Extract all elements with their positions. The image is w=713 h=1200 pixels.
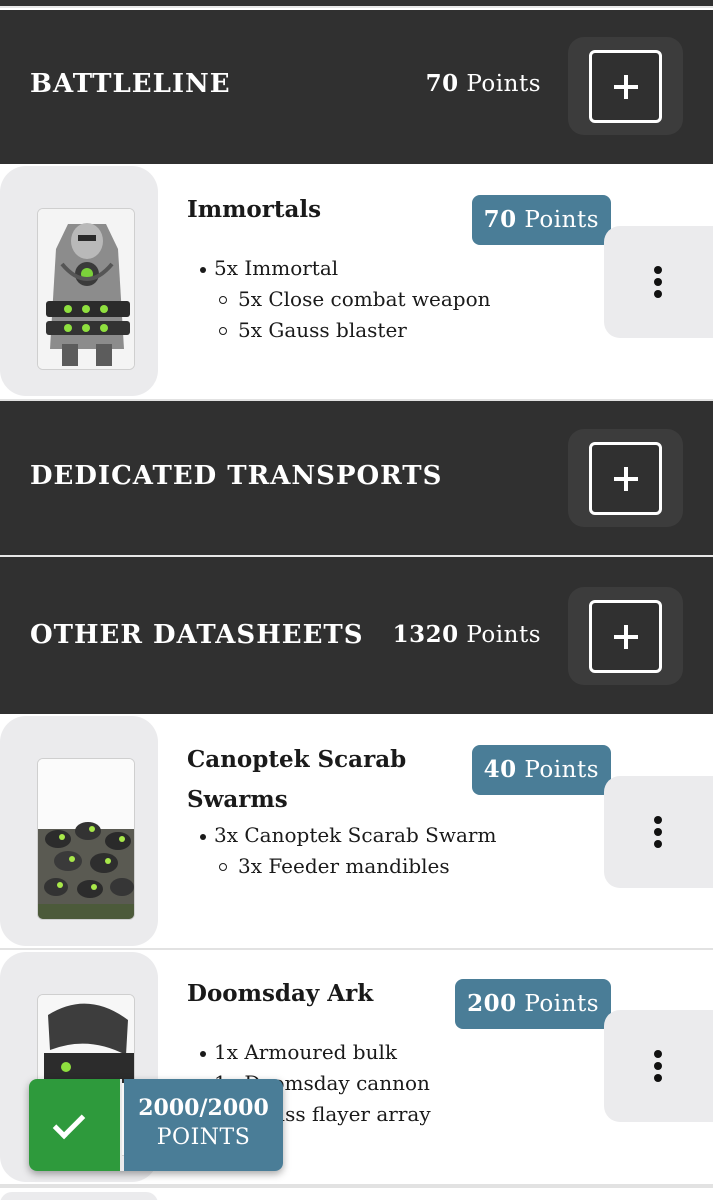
unit-name: Doomsday Ark (187, 980, 374, 1007)
wargear-item: 3x Canoptek Scarab Swarm (198, 820, 496, 851)
unit-points-unit: Points (524, 757, 599, 783)
section-title: DEDICATED TRANSPORTS (30, 461, 443, 491)
section-header-dedicated-transports: DEDICATED TRANSPORTS (0, 401, 713, 555)
wargear-item: 5x Immortal (198, 253, 491, 284)
section-points-unit: Points (466, 71, 541, 97)
unit-points-badge: 200 Points (455, 979, 611, 1029)
unit-name: Immortals (187, 196, 322, 223)
wargear-subitem: 5x Close combat weapon (198, 284, 491, 315)
wargear-list: 3x Canoptek Scarab Swarm 3x Feeder mandi… (198, 820, 496, 882)
add-unit-button[interactable] (568, 429, 683, 527)
total-points-label: POINTS (156, 1125, 251, 1150)
unit-name: Canoptek Scarab Swarms (187, 746, 407, 813)
unit-menu-button[interactable] (604, 226, 713, 338)
plus-icon (589, 600, 662, 673)
section-points: 70 Points (426, 70, 541, 97)
total-points-info: 2000/2000 POINTS (124, 1079, 283, 1171)
section-header-battleline: BATTLELINE 70 Points (0, 10, 713, 164)
plus-icon (589, 442, 662, 515)
section-header-other-datasheets: OTHER DATASHEETS 1320 Points (0, 557, 713, 714)
unit-image-frame (0, 716, 158, 946)
total-status (29, 1079, 122, 1171)
section-points-value: 70 (425, 70, 459, 97)
unit-points-unit: Points (524, 991, 599, 1017)
unit-menu-button[interactable] (604, 776, 713, 888)
wargear-item: 1x Armoured bulk (198, 1037, 431, 1068)
section-title: OTHER DATASHEETS (30, 620, 364, 650)
wargear-subitem: 3x Feeder mandibles (198, 851, 496, 882)
wargear-subitem: 5x Gauss blaster (198, 315, 491, 346)
top-divider (0, 0, 713, 8)
checkmark-icon (52, 1106, 86, 1140)
section-points-unit: Points (466, 622, 541, 648)
unit-points-unit: Points (524, 207, 599, 233)
unit-points-badge: 40 Points (471, 745, 611, 795)
unit-points-value: 40 (483, 756, 517, 783)
more-vertical-icon (654, 266, 662, 298)
plus-icon (589, 50, 662, 123)
wargear-list: 5x Immortal 5x Close combat weapon 5x Ga… (198, 253, 491, 346)
unit-points-value: 70 (483, 206, 517, 233)
add-unit-button[interactable] (568, 37, 683, 135)
immortals-image (37, 208, 135, 370)
unit-points-value: 200 (467, 990, 517, 1017)
total-points-indicator[interactable]: 2000/2000 POINTS (29, 1079, 283, 1171)
more-vertical-icon (654, 1050, 662, 1082)
section-points-value: 1320 (392, 621, 459, 648)
unit-points-badge: 70 Points (471, 195, 611, 245)
total-points-count: 2000/2000 (138, 1095, 269, 1121)
unit-row-immortals[interactable]: Immortals 70 Points 5x Immortal 5x Close… (0, 164, 713, 401)
canoptek-scarab-swarms-image (37, 758, 135, 920)
unit-row-canoptek-scarab-swarms[interactable]: Canoptek Scarab Swarms 40 Points 3x Cano… (0, 714, 713, 950)
next-unit-row-peek (0, 1186, 713, 1200)
unit-image-frame (0, 166, 158, 396)
add-unit-button[interactable] (568, 587, 683, 685)
section-title: BATTLELINE (30, 69, 231, 99)
unit-menu-button[interactable] (604, 1010, 713, 1122)
section-points: 1320 Points (393, 621, 541, 648)
unit-image-frame (0, 1192, 158, 1200)
more-vertical-icon (654, 816, 662, 848)
